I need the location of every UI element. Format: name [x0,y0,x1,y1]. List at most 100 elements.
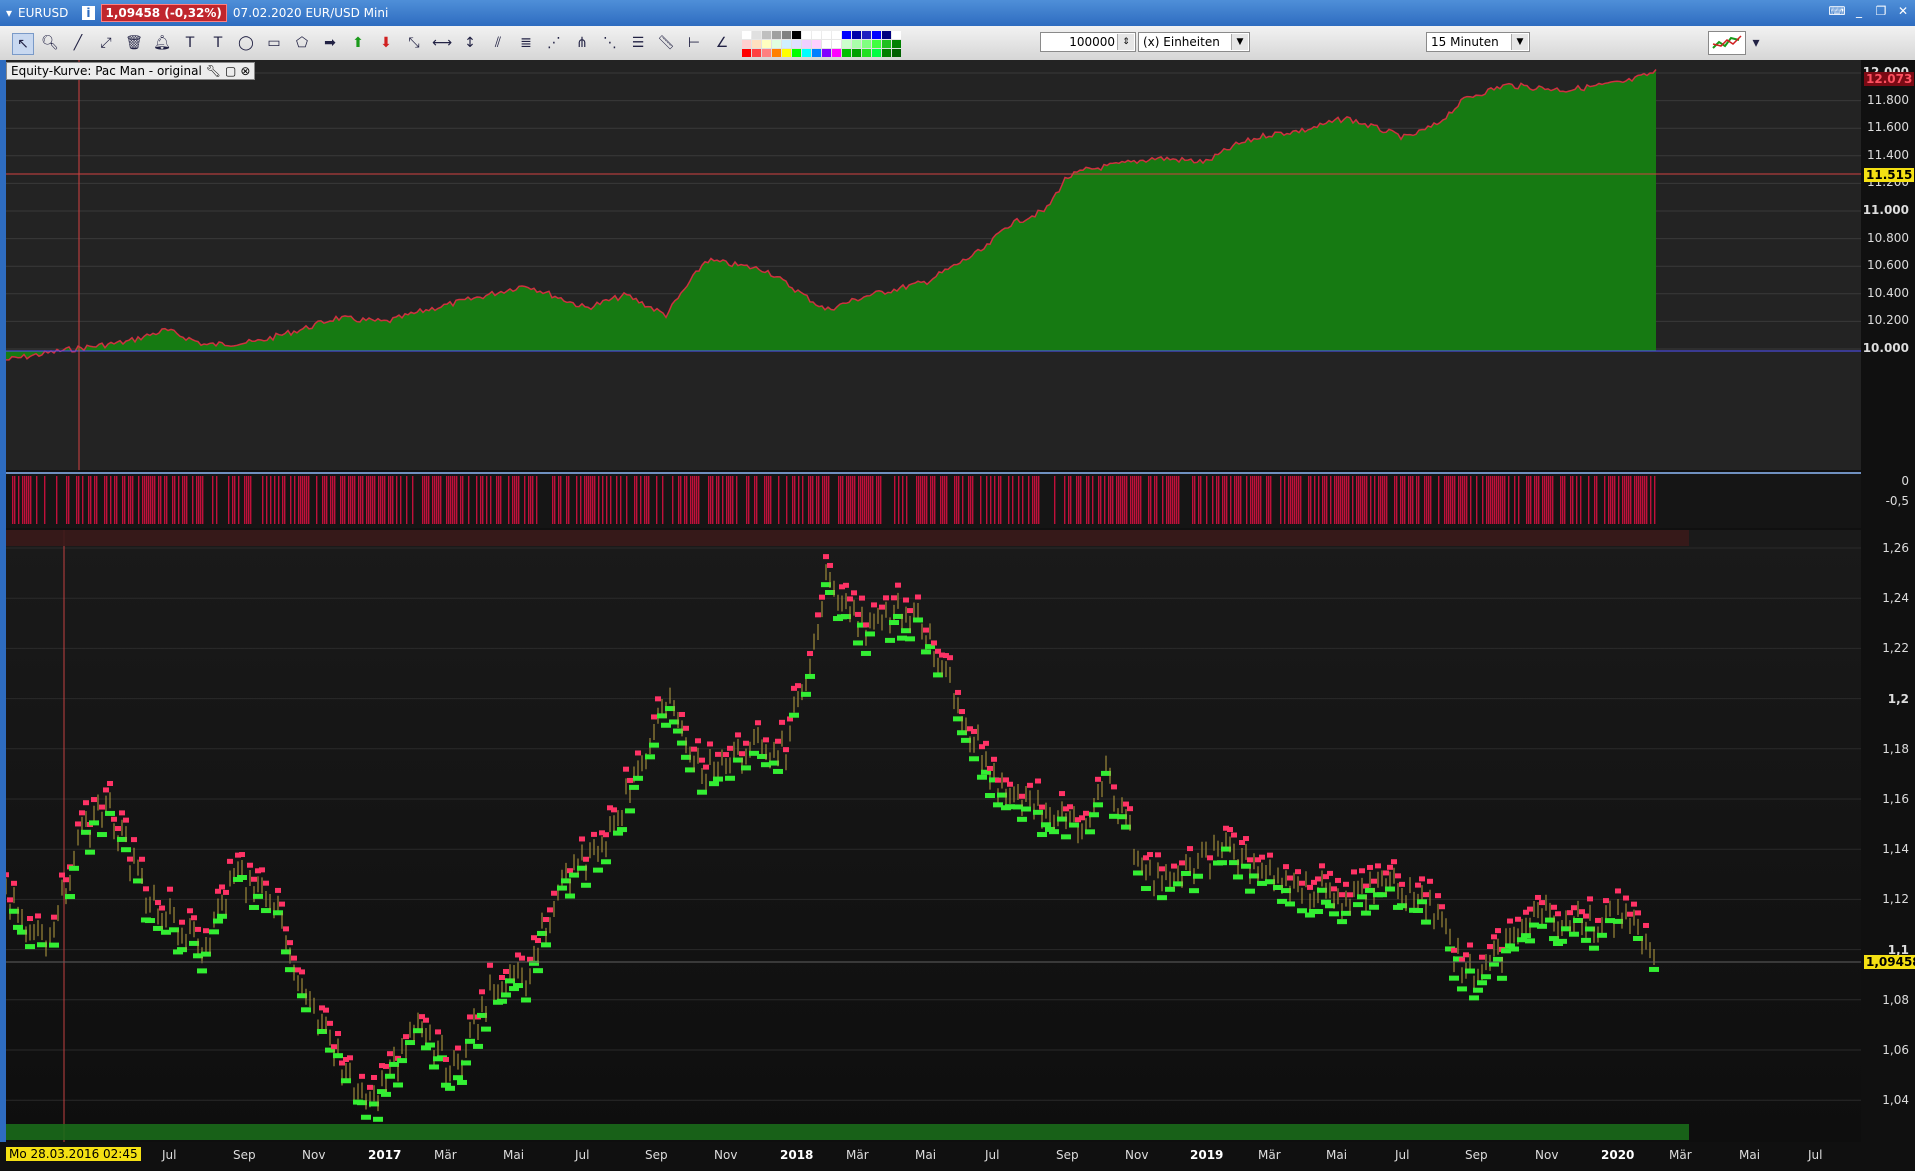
sell-marker [1635,910,1641,916]
menu-chevron-icon[interactable]: ▾ [6,6,12,20]
keyboard-icon[interactable]: ⌨ [1828,3,1845,19]
time-axis: Mo 28.03.2016 02:45 Jul Sep Nov 2017 Mär Mai J… [0,1142,1915,1171]
ray-tool-icon[interactable]: ⤡ [404,33,424,53]
buy-marker [1189,888,1199,894]
arrow-up-icon[interactable]: ⬆ [348,33,368,53]
indicator-bar [1384,476,1386,524]
restore-icon[interactable]: ❐ [1873,3,1889,19]
buy-marker [629,784,639,790]
text-tool-icon[interactable]: T [180,33,200,53]
rectangle-tool-icon[interactable]: ▭ [264,33,284,53]
indicator-bar [1550,476,1552,524]
indicator-pane[interactable] [6,472,1861,528]
arrow-down-icon[interactable]: ⬇ [376,33,396,53]
indicator-bar [1494,476,1496,524]
color-palette[interactable] [742,31,901,57]
sell-marker [83,800,89,806]
sell-marker [635,750,641,756]
interval-value: 15 Minuten [1431,35,1499,49]
buy-marker [1069,822,1079,828]
buy-marker [1085,829,1095,835]
indicator-bar [902,476,904,524]
equity-pane[interactable] [6,60,1861,470]
indicator-bar [1294,476,1296,524]
info-icon[interactable]: i [82,6,95,20]
indicator-bar [1400,476,1402,524]
fib-levels-icon[interactable]: ☰ [628,33,648,53]
chevron-down-icon[interactable]: ▼ [1231,34,1248,50]
gann-tool-icon[interactable]: ⋰ [544,33,564,53]
channel-tool-icon[interactable]: ⫽ [488,33,508,53]
chart-type-icon[interactable] [1708,31,1746,55]
chevron-down-icon[interactable]: ▼ [1511,34,1528,50]
pitchfork-tool-icon[interactable]: ⋔ [572,33,592,53]
indicator-bar [926,476,928,524]
vertical-line-tool-icon[interactable]: ↕ [460,33,480,53]
quantity-spinner-icon[interactable]: ⇕ [1117,34,1134,50]
maximize-icon[interactable]: ▢ [225,64,236,78]
buy-marker [237,875,247,881]
angle-tool-icon[interactable]: ∠ [712,33,732,53]
sell-marker [535,938,541,944]
minimize-icon[interactable]: _ [1851,3,1867,19]
measure-tool-icon[interactable]: ⊢ [684,33,704,53]
sell-marker [1587,896,1593,902]
horizontal-line-tool-icon[interactable]: ⟷ [432,33,452,53]
indicator-bar [480,476,482,524]
close-pane-icon[interactable]: ⊗ [240,64,250,78]
buy-marker [1313,909,1323,915]
indicator-bar [150,476,152,524]
polygon-tool-icon[interactable]: ⬠ [292,33,312,53]
buy-marker [89,820,99,826]
buy-marker [1361,910,1371,916]
indicator-bar [1418,476,1420,524]
trash-icon[interactable]: 🗑︎ [124,33,144,53]
indicator-bar [426,476,428,524]
pointer-tool-icon[interactable]: ↖ [12,33,34,55]
buy-marker [457,1079,467,1085]
trendline-tool-icon[interactable]: ╱ [68,33,88,53]
quantity-input[interactable]: 100000 ⇕ [1040,32,1136,52]
time-axis-label: 2018 [780,1148,814,1162]
indicator-bar [1088,476,1090,524]
axis-tick-label: 1,18 [1882,741,1909,756]
time-axis-label: Sep [1465,1148,1488,1162]
symbol-label[interactable]: EURUSD [18,6,68,20]
indicator-bar [350,476,352,524]
sell-marker [1287,875,1293,881]
sell-marker [1243,836,1249,842]
indicator-bar [1238,476,1240,524]
buy-marker [397,1058,407,1064]
indicator-bar [850,476,852,524]
indicator-bar [1500,476,1502,524]
line-tool-icon[interactable]: ⤢ [96,33,116,53]
fibonacci-tool-icon[interactable]: ≣ [516,33,536,53]
bell-icon[interactable]: 🔔︎ [152,33,172,53]
wrench-icon[interactable]: 🔧︎ [206,64,221,78]
sell-marker [359,1073,365,1079]
sell-marker [1067,804,1073,810]
text-box-tool-icon[interactable]: T [208,33,228,53]
time-axis-label: Jul [1808,1148,1823,1162]
ellipse-tool-icon[interactable]: ◯ [236,33,256,53]
indicator-bar [794,476,796,524]
indicator-bar [726,476,728,524]
sell-marker [971,728,977,734]
indicator-bar [370,476,372,524]
unit-select[interactable]: (x) Einheiten ▼ [1138,32,1250,52]
indicator-bar [606,476,608,524]
price-pane[interactable] [6,530,1861,1142]
ruler-icon[interactable]: 📏︎ [656,33,676,53]
buy-marker [645,754,655,760]
buy-marker [1061,834,1071,840]
arrow-right-icon[interactable]: ➡ [320,33,340,53]
zoom-icon[interactable]: 🔍︎ [40,33,60,53]
buy-marker [581,882,591,888]
sell-marker [1207,855,1213,861]
chart-type-dropdown-icon[interactable]: ▾ [1746,33,1766,53]
close-icon[interactable]: ✕ [1895,3,1911,19]
interval-select[interactable]: 15 Minuten ▼ [1426,32,1530,52]
fan-tool-icon[interactable]: ⋱ [600,33,620,53]
sell-marker [1331,886,1337,892]
indicator-bar [566,476,568,524]
